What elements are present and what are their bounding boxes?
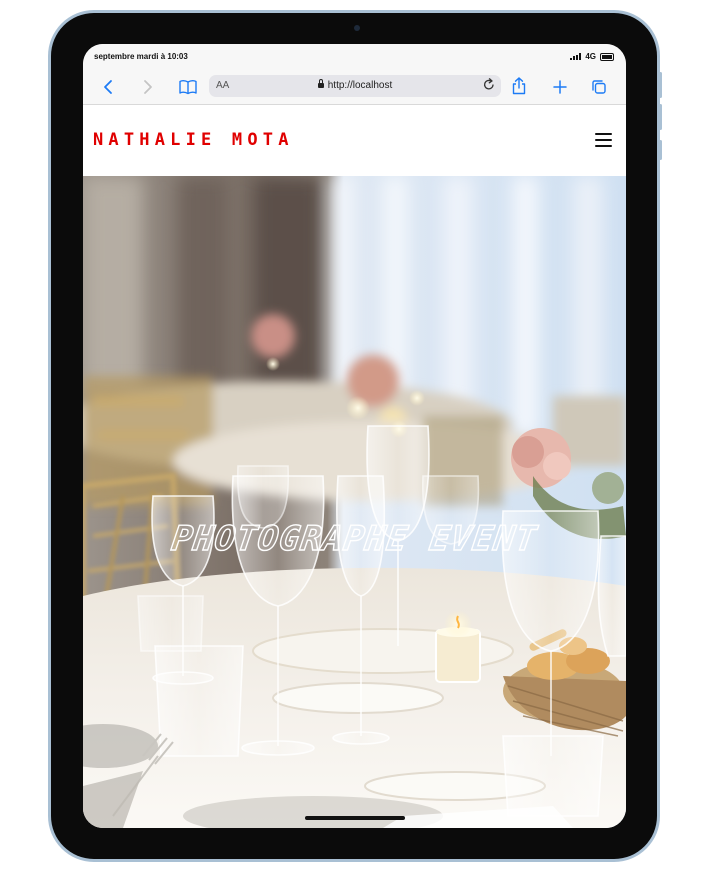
status-time: septembre mardi à 10:03 <box>94 52 188 61</box>
volume-button <box>659 72 662 98</box>
home-indicator[interactable] <box>305 816 405 820</box>
status-bar: septembre mardi à 10:03 4G <box>83 44 626 70</box>
status-indicators: 4G <box>570 52 614 61</box>
bookmarks-button[interactable] <box>179 79 197 99</box>
hero-section: PHOTOGRAPHE EVENT <box>83 176 626 828</box>
camera-icon <box>354 25 360 31</box>
tablet-screen: septembre mardi à 10:03 4G AA http://loc… <box>83 44 626 828</box>
hero-title: PHOTOGRAPHE EVENT <box>168 518 540 559</box>
share-icon <box>512 77 526 95</box>
forward-button[interactable] <box>143 79 153 99</box>
hero-image <box>83 176 626 828</box>
lock-icon <box>317 79 324 88</box>
network-label: 4G <box>585 52 596 61</box>
address-bar[interactable]: AA http://localhost <box>209 75 501 97</box>
signal-icon <box>570 53 582 60</box>
battery-icon <box>600 52 614 61</box>
browser-toolbar: AA http://localhost <box>83 70 626 105</box>
book-icon <box>179 80 197 95</box>
hamburger-icon[interactable] <box>595 133 612 148</box>
share-button[interactable] <box>511 77 527 99</box>
url-text: http://localhost <box>327 80 393 91</box>
tabs-button[interactable] <box>591 79 607 99</box>
power-button <box>659 140 662 160</box>
tabs-icon <box>592 80 606 94</box>
url-field[interactable]: http://localhost <box>209 79 501 91</box>
site-header: NATHALIE MOTA <box>83 105 626 176</box>
new-tab-button[interactable] <box>552 79 568 99</box>
back-button[interactable] <box>103 79 113 99</box>
site-logo[interactable]: NATHALIE MOTA <box>93 130 294 150</box>
plus-icon <box>553 80 567 94</box>
reload-icon[interactable] <box>483 78 495 94</box>
chevron-right-icon <box>144 80 152 94</box>
volume-button <box>659 104 662 130</box>
chevron-left-icon <box>104 80 112 94</box>
